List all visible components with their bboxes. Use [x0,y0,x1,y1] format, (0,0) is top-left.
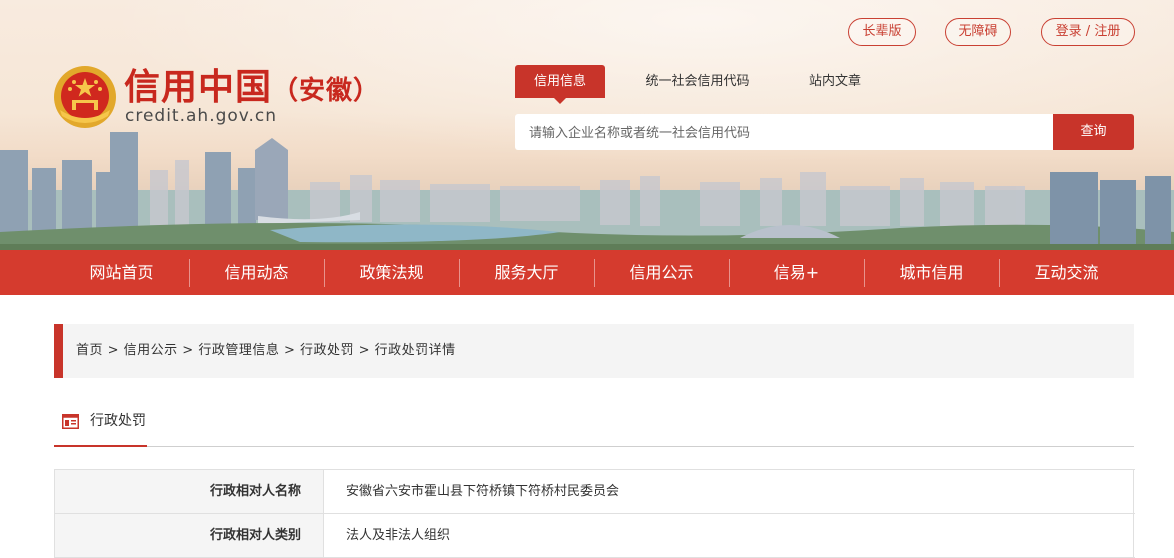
nav-xinyi-plus[interactable]: 信易+ [729,250,864,295]
nav-interaction[interactable]: 互动交流 [999,250,1134,295]
breadcrumb-accent-bar [54,324,63,378]
nav-home[interactable]: 网站首页 [54,250,189,295]
search-input[interactable] [515,114,1053,150]
document-list-icon [62,414,79,429]
national-emblem-icon [54,66,116,128]
field-value: 法人及非法人组织 [324,514,1134,557]
accessibility-button[interactable]: 无障碍 [945,18,1011,46]
login-register-button[interactable]: 登录 / 注册 [1041,18,1135,46]
elder-mode-button[interactable]: 长辈版 [848,18,916,46]
breadcrumb-text[interactable]: 首页 > 信用公示 > 行政管理信息 > 行政处罚 > 行政处罚详情 [76,324,456,378]
section-title[interactable]: 行政处罚 [90,406,146,436]
field-label: 行政相对人名称 [55,470,324,513]
logo-title-text: 信用中国 [124,66,273,108]
table-row: 行政相对人名称 安徽省六安市霍山县下符桥镇下符桥村民委员会 [55,470,1135,514]
nav-credit-publicity[interactable]: 信用公示 [594,250,729,295]
nav-service-hall[interactable]: 服务大厅 [459,250,594,295]
detail-table: 行政相对人名称 安徽省六安市霍山县下符桥镇下符桥村民委员会 行政相对人类别 法人… [54,469,1135,558]
nav-city-credit[interactable]: 城市信用 [864,250,999,295]
tab-credit-info[interactable]: 信用信息 [515,65,605,104]
nav-policies[interactable]: 政策法规 [324,250,459,295]
main-nav: 网站首页 信用动态 政策法规 服务大厅 信用公示 信易+ 城市信用 互动交流 [0,250,1174,295]
tab-credit-code[interactable]: 统一社会信用代码 [630,65,765,98]
field-value: 安徽省六安市霍山县下符桥镇下符桥村民委员会 [324,470,1134,513]
field-label: 行政相对人类别 [55,514,324,557]
site-header: 长辈版 无障碍 登录 / 注册 信用中国（安徽） credit.ah.gov.c… [0,0,1174,250]
breadcrumb: 首页 > 信用公示 > 行政管理信息 > 行政处罚 > 行政处罚详情 [54,324,1134,378]
section-active-underline [54,445,147,447]
logo-subtitle-text: （安徽） [272,76,381,106]
section-divider [54,446,1134,447]
nav-credit-news[interactable]: 信用动态 [189,250,324,295]
table-row: 行政相对人类别 法人及非法人组织 [55,514,1135,558]
tab-site-articles[interactable]: 站内文章 [790,65,880,98]
site-logo-url: credit.ah.gov.cn [125,106,278,126]
search-button[interactable]: 查询 [1053,114,1134,150]
